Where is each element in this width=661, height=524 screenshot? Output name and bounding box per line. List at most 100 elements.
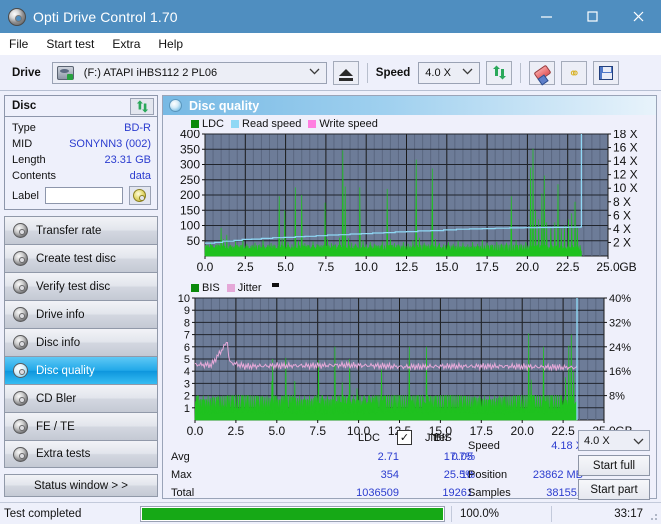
legend-label: Read speed	[242, 117, 302, 130]
sidebar-item-drive-info[interactable]: Drive info	[4, 300, 158, 328]
sidebar-item-label: CD Bler	[36, 392, 77, 405]
elapsed-time: 33:17	[551, 505, 661, 522]
drive-toolbar: Drive (F:) ATAPI iHBS112 2 PL06 Speed 4.…	[0, 55, 661, 91]
eject-button[interactable]	[332, 60, 359, 85]
svg-text:8%: 8%	[609, 391, 625, 403]
sidebar-item-transfer-rate[interactable]: Transfer rate	[4, 216, 158, 244]
svg-text:1: 1	[184, 403, 190, 415]
disc-row-value: BD-R	[124, 122, 151, 134]
disc-refresh-button[interactable]	[130, 97, 154, 115]
statistics-area: LDC BIS Avg Max Total 2.71 354 1036509 0…	[163, 426, 656, 500]
menu-file[interactable]: File	[9, 37, 28, 51]
svg-text:5: 5	[184, 354, 190, 366]
eject-icon	[338, 69, 353, 81]
disc-quality-panel: Disc quality LDC Read speed Write speed …	[162, 95, 657, 500]
speed-select-value: 4.0 X	[425, 66, 451, 79]
save-button[interactable]	[593, 60, 620, 85]
menu-start-test[interactable]: Start test	[46, 37, 94, 51]
svg-text:24%: 24%	[609, 342, 631, 354]
sidebar-item-extra-tests[interactable]: Extra tests	[4, 440, 158, 468]
legend-entry-jitter: Jitter	[226, 282, 262, 294]
disc-icon	[13, 363, 28, 378]
menu-help[interactable]: Help	[158, 37, 183, 51]
stats-ldc-total: 1036509	[356, 487, 399, 499]
status-message: Test completed	[4, 507, 82, 520]
refresh-button[interactable]	[486, 60, 513, 85]
stats-jitter-max: 25.5%	[443, 469, 475, 481]
close-icon[interactable]	[615, 0, 661, 33]
disc-row-value: SONYNN3 (002)	[69, 138, 151, 150]
page-title: Disc quality	[189, 98, 260, 113]
status-window-button[interactable]: Status window > >	[4, 474, 158, 497]
svg-text:20.0: 20.0	[516, 260, 540, 274]
ldc-chart-svg: 501001502002503003504002 X4 X6 X8 X10 X1…	[180, 130, 638, 274]
sidebar-item-cd-bler[interactable]: CD Bler	[4, 384, 158, 412]
svg-text:0.0: 0.0	[197, 260, 214, 274]
sidebar-item-label: Create test disc	[36, 252, 116, 265]
sidebar-item-disc-quality[interactable]: Disc quality	[4, 356, 158, 384]
stats-row-label-max: Max	[171, 469, 192, 481]
ldc-chart: 50 100 150 200 250 300 350 400 2 X4 X6 X8 X 10 X1…	[163, 130, 656, 278]
legend-entry-read-speed: Read speed	[231, 118, 301, 130]
disc-icon	[13, 223, 28, 238]
erase-button[interactable]	[529, 60, 556, 85]
disc-label-input[interactable]	[44, 187, 123, 204]
disc-icon	[13, 251, 28, 266]
maximize-icon[interactable]	[569, 0, 615, 33]
stats-row-label-avg: Avg	[171, 451, 190, 463]
refresh-icon	[492, 65, 506, 80]
disc-label-row: Label	[12, 186, 151, 205]
svg-text:GB: GB	[619, 260, 636, 274]
svg-text:2.5: 2.5	[237, 260, 254, 274]
svg-text:4: 4	[184, 366, 190, 378]
position-stat-value: 23862 MB	[532, 469, 583, 481]
legend-label: Write speed	[319, 117, 378, 130]
start-part-button[interactable]: Start part	[578, 479, 650, 500]
disc-panel: Disc Type BD-R MID SONYNN3 (002) Length …	[4, 95, 158, 210]
svg-text:10.0: 10.0	[355, 260, 379, 274]
legend-label: LDC	[202, 117, 225, 130]
window-controls	[523, 0, 661, 33]
drive-select[interactable]: (F:) ATAPI iHBS112 2 PL06	[51, 61, 327, 84]
disc-label-apply-button[interactable]	[128, 186, 151, 205]
speed-select[interactable]: 4.0 X	[418, 61, 481, 84]
resize-grip[interactable]	[648, 511, 658, 521]
legend-entry-write-speed: Write speed	[308, 118, 378, 130]
refresh-icon	[136, 99, 148, 113]
stats-ldc-avg: 2.71	[377, 451, 399, 463]
svg-text:3: 3	[184, 378, 190, 390]
disc-row-value: data	[129, 170, 151, 182]
svg-text:7: 7	[184, 330, 190, 342]
bis-chart-legend: BIS Jitter	[163, 281, 656, 294]
legend-swatch-icon	[308, 119, 317, 128]
chevron-down-icon	[462, 68, 473, 75]
chevron-down-icon	[309, 68, 320, 75]
sidebar-item-fe-te[interactable]: FE / TE	[4, 412, 158, 440]
test-nav-list: Transfer rate Create test disc Verify te…	[4, 216, 158, 468]
drive-select-value: (F:) ATAPI iHBS112 2 PL06	[83, 66, 218, 79]
disc-row-value: 23.31 GB	[104, 154, 151, 166]
progress-bar-fill	[142, 507, 443, 520]
sidebar-item-disc-info[interactable]: Disc info	[4, 328, 158, 356]
svg-text:250: 250	[180, 173, 200, 187]
menu-bar: File Start test Extra Help	[0, 33, 661, 55]
jitter-checkbox[interactable]: ✓	[397, 430, 412, 445]
svg-text:9: 9	[184, 305, 190, 317]
svg-text:16%: 16%	[609, 366, 631, 378]
stats-bis-total: 19261	[442, 487, 473, 499]
sidebar-item-create-test-disc[interactable]: Create test disc	[4, 244, 158, 272]
start-full-button[interactable]: Start full	[578, 455, 650, 476]
test-speed-select[interactable]: 4.0 X	[578, 430, 650, 451]
svg-text:17.5: 17.5	[475, 260, 499, 274]
disc-row-length: Length 23.31 GB	[12, 152, 151, 168]
sidebar-item-verify-test-disc[interactable]: Verify test disc	[4, 272, 158, 300]
minimize-icon[interactable]	[523, 0, 569, 33]
tools-button[interactable]: ⚭	[561, 60, 588, 85]
stats-col-header-ldc: LDC	[357, 432, 380, 444]
jitter-label: Jitter	[425, 432, 449, 444]
sidebar-item-label: Disc info	[36, 336, 81, 349]
svg-text:15.0: 15.0	[435, 260, 459, 274]
tools-icon: ⚭	[568, 64, 581, 81]
menu-extra[interactable]: Extra	[112, 37, 140, 51]
sidebar-item-label: Verify test disc	[36, 280, 111, 293]
